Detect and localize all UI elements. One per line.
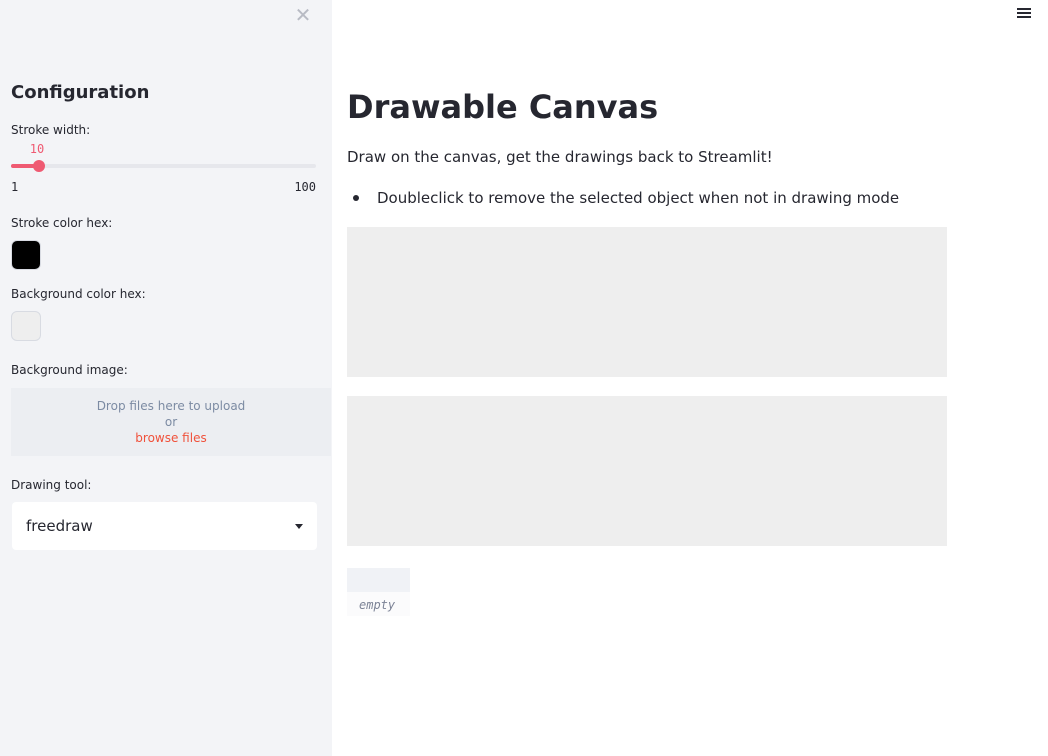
stroke-color-picker[interactable] [11, 240, 41, 270]
background-image-label: Background image: [11, 363, 128, 377]
file-uploader-dropzone[interactable]: Drop files here to upload or browse file… [11, 388, 331, 456]
sidebar-heading: Configuration [11, 82, 150, 103]
empty-label: empty [359, 598, 396, 612]
stroke-width-slider-track[interactable] [11, 164, 316, 168]
stroke-color-label: Stroke color hex: [11, 216, 113, 230]
uploader-drop-text: Drop files here to upload [96, 399, 246, 413]
drawing-tool-label: Drawing tool: [11, 478, 92, 492]
bullet-icon [353, 195, 359, 201]
close-icon[interactable]: ✕ [294, 4, 312, 26]
page-title: Drawable Canvas [347, 88, 659, 126]
stroke-width-max: 100 [294, 180, 316, 194]
background-color-label: Background color hex: [11, 287, 146, 301]
sidebar: ✕ Configuration Stroke width: 10 1 100 S… [0, 0, 332, 756]
page-description: Draw on the canvas, get the drawings bac… [347, 148, 773, 166]
chevron-down-icon [295, 523, 303, 529]
app-root: ✕ Configuration Stroke width: 10 1 100 S… [0, 0, 1048, 756]
drawing-canvas[interactable] [347, 227, 947, 377]
list-item: Doubleclick to remove the selected objec… [347, 189, 899, 207]
background-color-picker[interactable] [11, 311, 41, 341]
drawing-tool-select[interactable]: freedraw [12, 502, 317, 550]
stroke-width-min: 1 [11, 180, 19, 194]
bullet-text: Doubleclick to remove the selected objec… [377, 189, 900, 207]
drawing-tool-selected-value: freedraw [26, 517, 93, 535]
main-content: Drawable Canvas Draw on the canvas, get … [332, 0, 1048, 756]
stroke-width-value: 10 [29, 142, 45, 156]
hamburger-icon[interactable] [1016, 6, 1032, 22]
stroke-width-label: Stroke width: [11, 123, 91, 137]
uploader-or-text: or [164, 415, 178, 429]
canvas-preview [347, 396, 947, 546]
browse-files-link[interactable]: browse files [11, 430, 331, 446]
stroke-width-slider-thumb[interactable] [32, 160, 45, 172]
